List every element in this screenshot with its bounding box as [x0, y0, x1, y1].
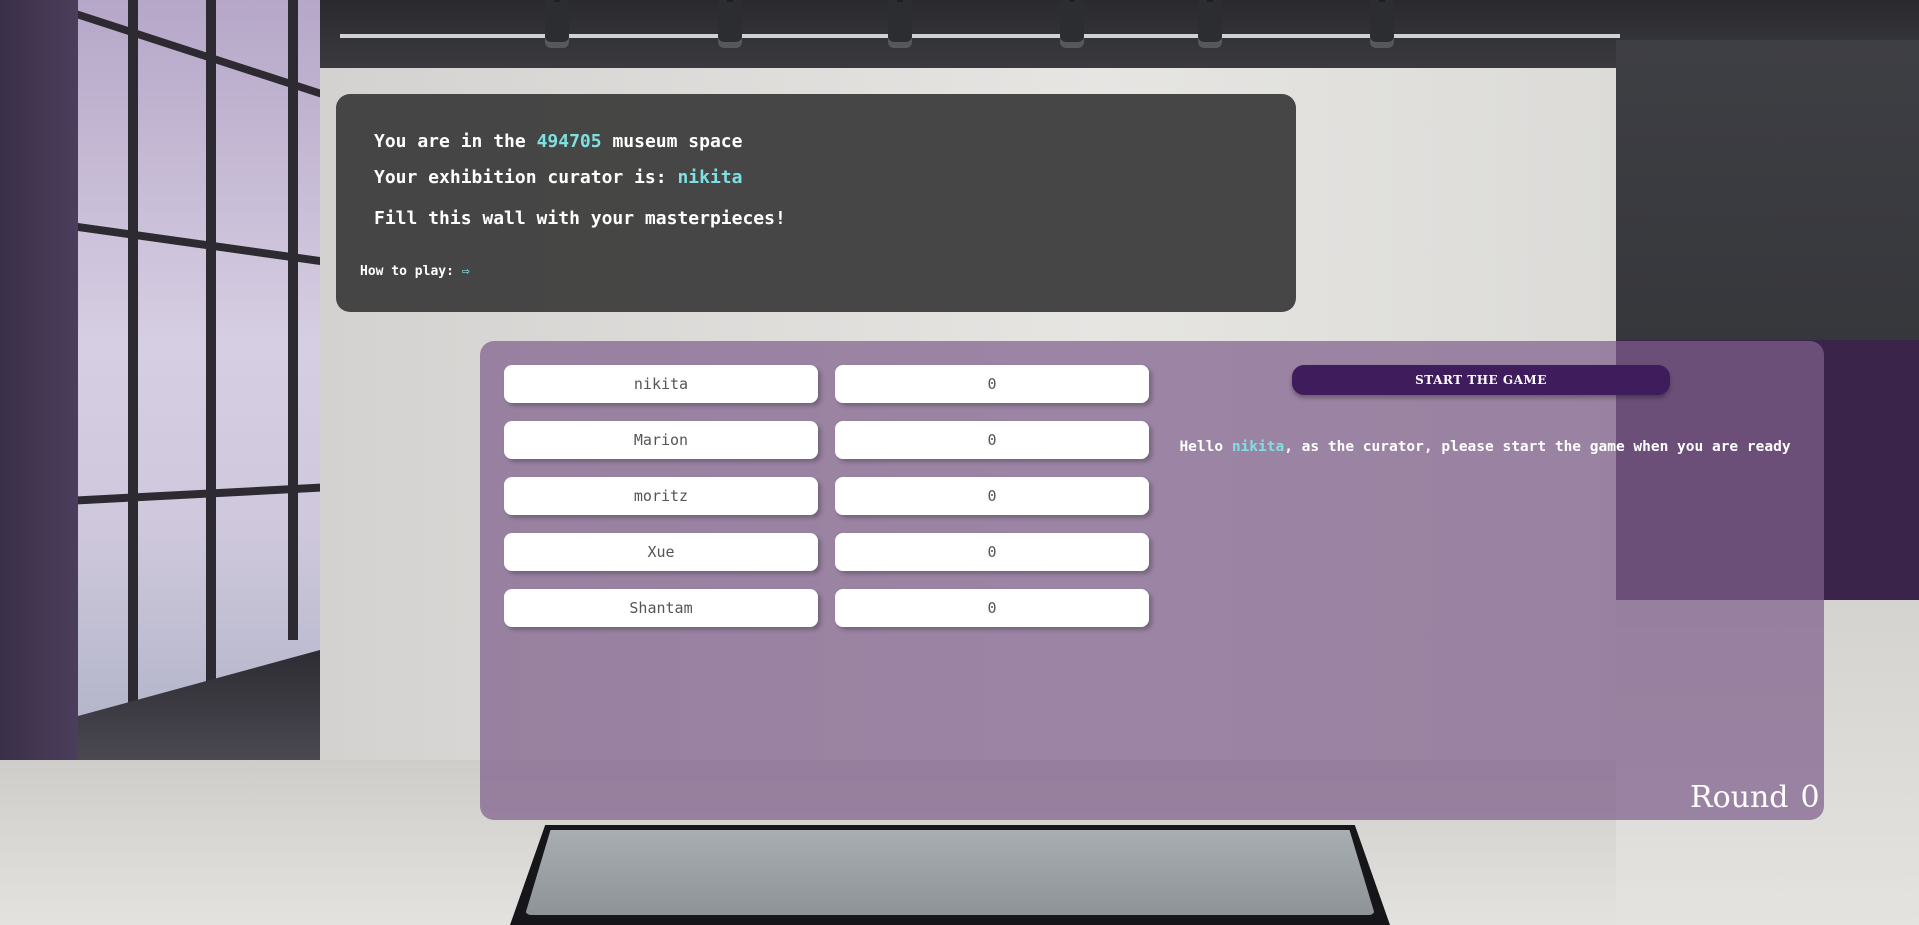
spotlight — [888, 0, 912, 48]
right-arrow-icon[interactable]: ⇨ — [462, 264, 470, 279]
message-username: nikita — [1231, 439, 1285, 455]
player-score: 0 — [835, 533, 1149, 571]
player-score: 0 — [835, 365, 1149, 403]
spotlight — [718, 0, 742, 48]
room-code: 494705 — [536, 131, 602, 152]
player-score: 0 — [835, 421, 1149, 459]
spotlight — [545, 0, 569, 48]
window-frame — [78, 483, 320, 505]
room-info-panel: You are in the 494705 museum space Your … — [336, 94, 1296, 312]
ceiling-light-strip — [340, 34, 1620, 38]
window-frame — [78, 10, 320, 98]
curator-line: Your exhibition curator is: nikita — [374, 167, 742, 188]
start-game-button[interactable]: START THE GAME — [1292, 365, 1670, 395]
player-row: Xue 0 — [504, 533, 1154, 573]
game-panel: nikita 0 Marion 0 moritz 0 Xue 0 Shantam… — [480, 341, 1824, 820]
player-row: moritz 0 — [504, 477, 1154, 517]
instruction: Fill this wall with your masterpieces! — [374, 208, 786, 229]
player-list: nikita 0 Marion 0 moritz 0 Xue 0 Shantam… — [504, 365, 1154, 645]
window-frame — [288, 0, 298, 640]
curator-message: Hello nikita, as the curator, please sta… — [1170, 438, 1800, 456]
player-row: Shantam 0 — [504, 589, 1154, 629]
player-row: nikita 0 — [504, 365, 1154, 405]
room-suffix: museum space — [612, 131, 743, 152]
round-indicator: Round 0 — [1690, 780, 1820, 815]
round-label: Round — [1690, 780, 1789, 815]
how-to-play-label: How to play: — [360, 264, 454, 279]
room-prefix: You are in the — [374, 131, 526, 152]
message-rest: , as the curator, please start the game … — [1284, 439, 1791, 455]
player-name: moritz — [504, 477, 818, 515]
window-frame — [78, 222, 320, 266]
player-score: 0 — [835, 589, 1149, 627]
player-row: Marion 0 — [504, 421, 1154, 461]
player-name: Shantam — [504, 589, 818, 627]
player-name: Marion — [504, 421, 818, 459]
greeting: Hello — [1179, 439, 1224, 455]
player-name: nikita — [504, 365, 818, 403]
round-number: 0 — [1800, 780, 1820, 815]
player-name: Xue — [504, 533, 818, 571]
spotlight — [1198, 0, 1222, 48]
window — [78, 0, 320, 760]
curator-name: nikita — [677, 167, 743, 188]
spotlight — [1370, 0, 1394, 48]
window-frame — [206, 0, 216, 700]
window-frame — [128, 0, 138, 760]
spotlight — [1060, 0, 1084, 48]
player-score: 0 — [835, 477, 1149, 515]
room-line: You are in the 494705 museum space — [374, 131, 742, 152]
how-to-play: How to play: ⇨ — [360, 264, 470, 279]
curator-prefix: Your exhibition curator is: — [374, 167, 667, 188]
bench-cushion — [525, 830, 1375, 915]
